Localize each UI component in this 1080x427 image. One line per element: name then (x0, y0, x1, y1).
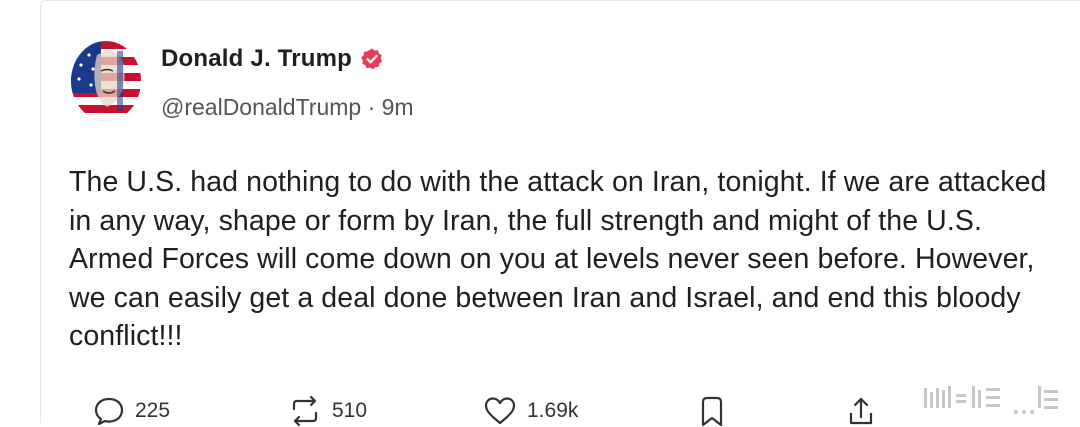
verified-badge-icon (361, 48, 383, 70)
heart-icon (484, 397, 516, 425)
share-button[interactable] (846, 395, 876, 427)
watermark-logo (924, 386, 1058, 414)
bookmark-button[interactable] (699, 395, 725, 427)
separator: · (367, 94, 376, 120)
author-handle[interactable]: @realDonaldTrump (161, 94, 361, 120)
bookmark-icon (701, 396, 723, 427)
avatar[interactable] (71, 41, 141, 121)
reply-button[interactable]: 225 (93, 395, 170, 427)
action-bar: 225 510 1.69k (93, 395, 1053, 427)
post-time[interactable]: 9m (382, 94, 414, 120)
avatar-image (71, 41, 141, 121)
like-button[interactable]: 1.69k (483, 395, 578, 427)
repost-button[interactable]: 510 (288, 395, 367, 427)
reply-count: 225 (135, 399, 171, 422)
author-header: Donald J. Trump (161, 45, 384, 73)
repost-count: 510 (332, 399, 368, 422)
like-count: 1.69k (527, 399, 579, 422)
handle-row: @realDonaldTrump · 9m (161, 94, 414, 121)
post-card: Donald J. Trump @realDonaldTrump · 9m Th… (40, 0, 1080, 427)
reply-icon (94, 397, 124, 426)
share-icon (849, 397, 873, 425)
author-name[interactable]: Donald J. Trump (161, 45, 352, 73)
repost-icon (292, 395, 318, 427)
post-text: The U.S. had nothing to do with the atta… (69, 166, 1047, 352)
